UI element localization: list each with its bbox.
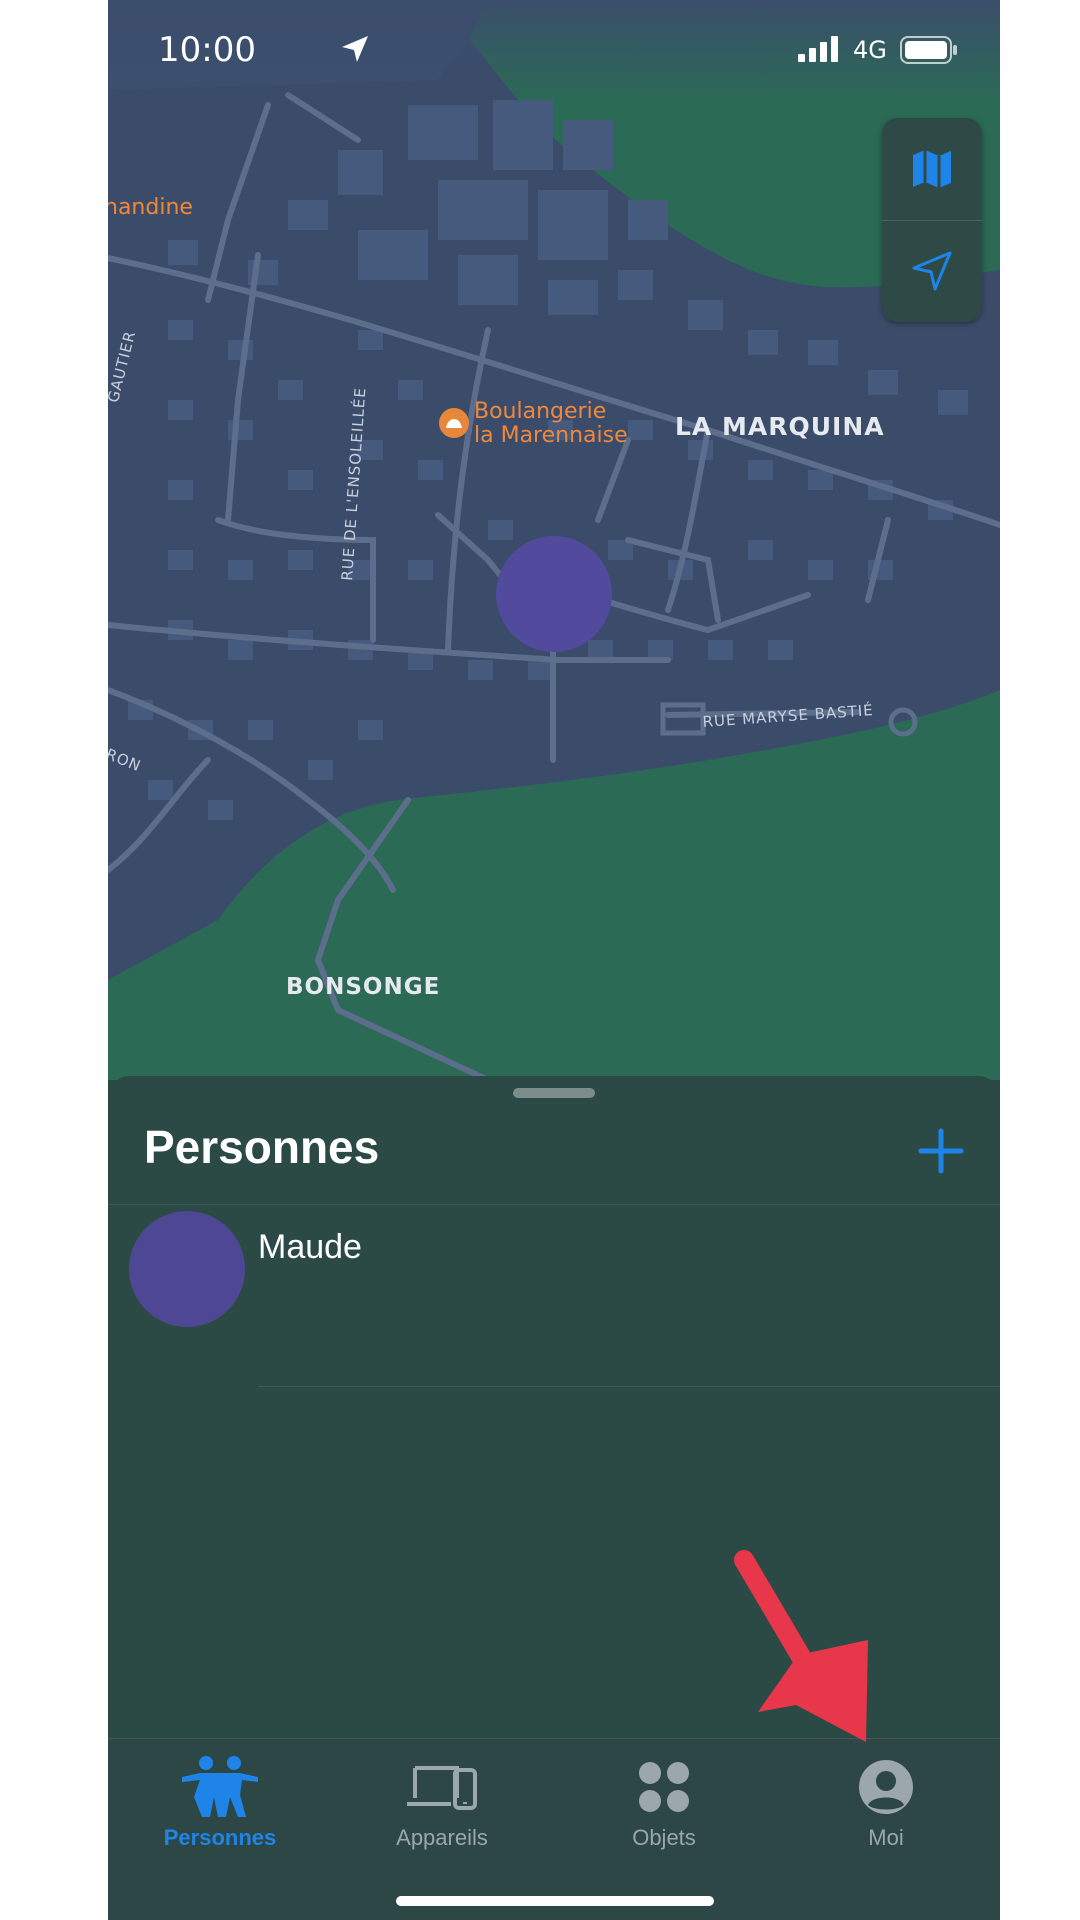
poi-label[interactable]: Boulangerie la Marennaise <box>474 400 628 448</box>
map-view[interactable]: LA MARQUINA BONSONGE Boulangerie la Mare… <box>108 0 1000 1080</box>
avatar[interactable] <box>129 1211 245 1327</box>
tab-label: Appareils <box>396 1825 488 1850</box>
tab-label: Moi <box>868 1825 904 1850</box>
map-area-label: BONSONGE <box>286 974 441 1000</box>
current-location-button[interactable] <box>882 220 982 322</box>
map-mode-button[interactable] <box>882 118 982 220</box>
map-area-label: LA MARQUINA <box>675 412 885 441</box>
battery-icon <box>900 36 957 64</box>
map-canvas <box>108 0 1000 1080</box>
user-location-dot <box>496 536 612 652</box>
plus-icon <box>918 1128 964 1174</box>
tab-objets[interactable]: Objets <box>554 1739 774 1889</box>
devices-icon <box>407 1766 477 1810</box>
tab-personnes[interactable]: Personnes <box>110 1739 330 1889</box>
person-row[interactable] <box>108 1204 1000 1386</box>
location-arrow-icon <box>912 251 952 291</box>
tab-label: Objets <box>632 1825 696 1850</box>
items-icon <box>639 1762 689 1812</box>
status-time: 10:00 <box>158 30 256 70</box>
add-person-button[interactable] <box>916 1126 966 1176</box>
tab-label: Personnes <box>163 1825 277 1850</box>
phone-screen: LA MARQUINA BONSONGE Boulangerie la Mare… <box>108 0 1000 1920</box>
person-circle-icon <box>859 1760 913 1814</box>
divider <box>258 1386 1000 1387</box>
tab-appareils[interactable]: Appareils <box>332 1739 552 1889</box>
people-icon <box>182 1756 258 1817</box>
location-services-icon <box>342 36 368 62</box>
status-bar: 10:00 4G <box>108 0 1000 100</box>
sheet-grabber[interactable] <box>513 1088 595 1098</box>
map-controls <box>882 118 982 322</box>
person-name: Maude <box>258 1228 362 1266</box>
home-indicator[interactable] <box>396 1896 714 1906</box>
signal-icon <box>798 36 838 62</box>
poi-name-line1: Boulangerie <box>474 399 607 424</box>
poi-name-line2: la Marennaise <box>474 423 628 448</box>
tab-bar: Personnes Appareils Objets Moi <box>108 1738 1000 1920</box>
tab-moi[interactable]: Moi <box>776 1739 996 1889</box>
poi-label-partial: nandine <box>108 195 193 220</box>
network-type: 4G <box>853 36 887 64</box>
sheet-title: Personnes <box>144 1121 380 1173</box>
map-icon <box>913 150 951 188</box>
